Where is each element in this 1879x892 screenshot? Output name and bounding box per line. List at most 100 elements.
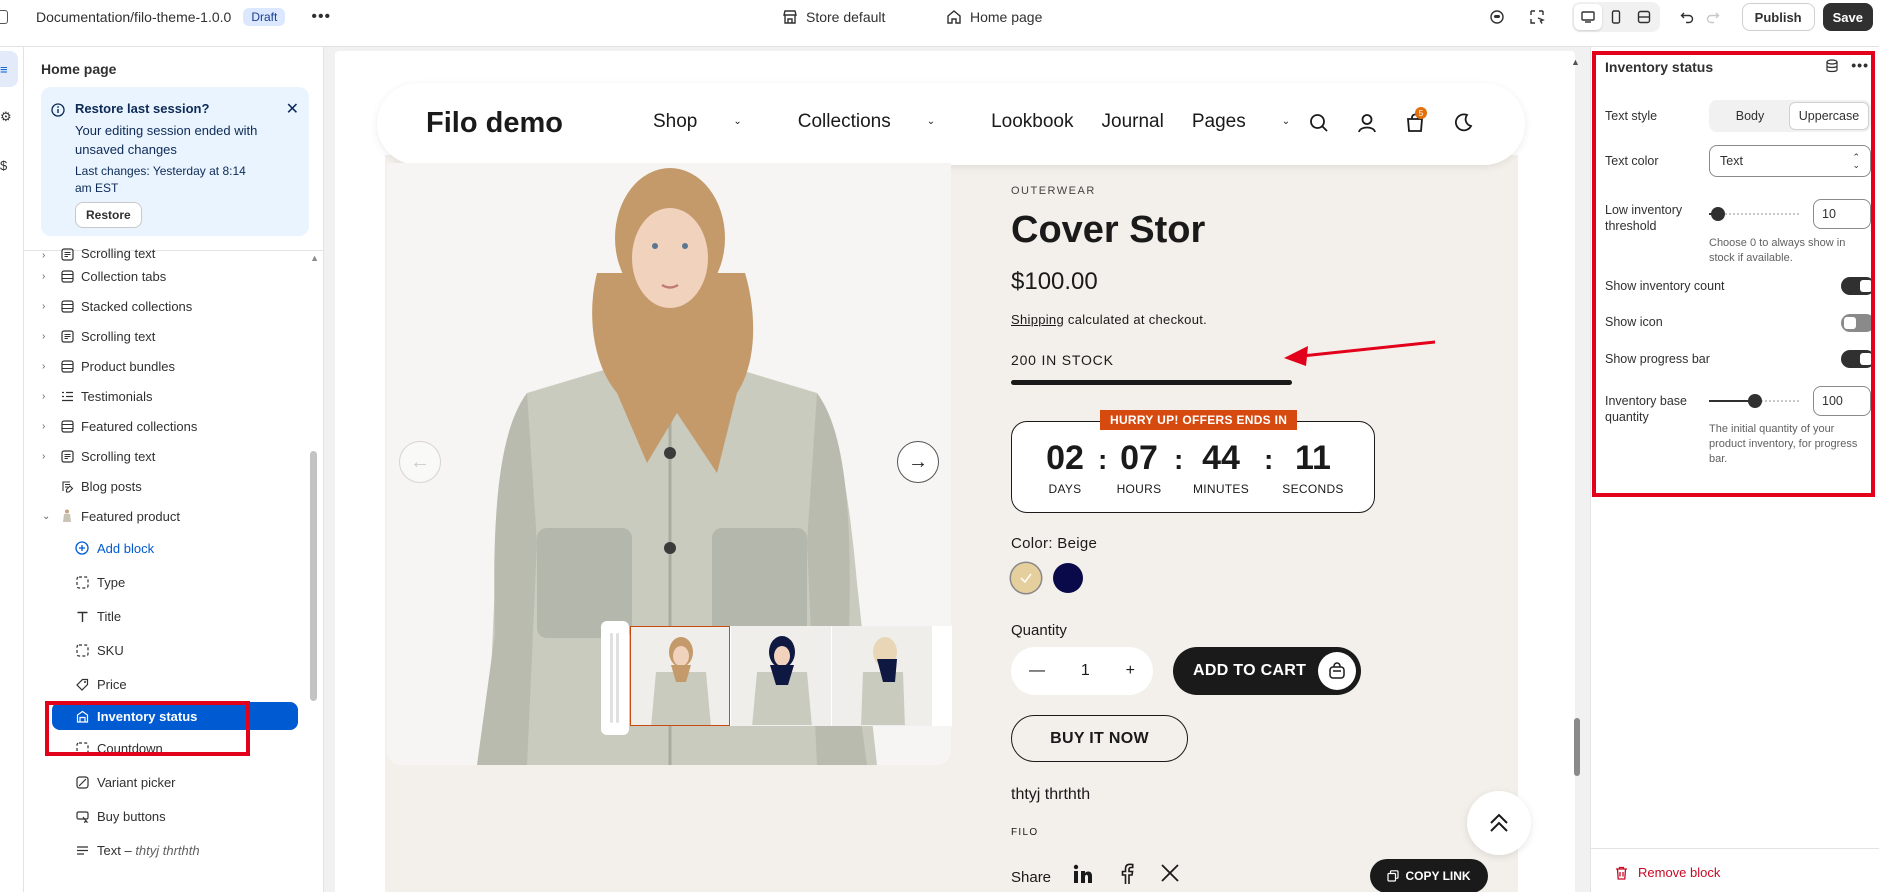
section-item[interactable]: › Scrolling text bbox=[24, 321, 314, 351]
linkedin-icon[interactable] bbox=[1072, 863, 1094, 885]
page-selector[interactable]: Home page bbox=[946, 0, 1042, 34]
left-rail: ≡ ⚙ $ bbox=[0, 47, 24, 892]
section-item[interactable]: › Scrolling text bbox=[24, 441, 314, 471]
section-label: Featured product bbox=[81, 508, 181, 524]
chevron-right-icon[interactable]: › bbox=[42, 451, 45, 462]
nav-lookbook[interactable]: Lookbook bbox=[991, 111, 1073, 133]
color-swatch-beige[interactable] bbox=[1011, 563, 1041, 593]
exit-icon[interactable] bbox=[0, 10, 8, 24]
save-button[interactable]: Save bbox=[1822, 3, 1873, 31]
price-tag-icon bbox=[75, 677, 89, 691]
restore-button[interactable]: Restore bbox=[75, 202, 142, 228]
add-block-button[interactable]: Add block bbox=[24, 531, 314, 565]
scroll-up-icon[interactable]: ▲ bbox=[1571, 57, 1580, 67]
fullscreen-icon[interactable] bbox=[1630, 4, 1658, 30]
publish-button[interactable]: Publish bbox=[1741, 3, 1815, 31]
next-image-icon[interactable]: → bbox=[897, 441, 939, 483]
quantity-value[interactable]: 1 bbox=[1081, 662, 1090, 680]
sidebar-scrollbar[interactable] bbox=[310, 451, 317, 701]
add-to-cart-button[interactable]: ADD TO CART bbox=[1173, 647, 1361, 695]
store-selector[interactable]: Store default bbox=[782, 0, 885, 34]
cart-icon[interactable]: 5 bbox=[1405, 107, 1427, 138]
scroll-up-icon[interactable]: ▲ bbox=[310, 253, 319, 263]
block-item[interactable]: Price bbox=[24, 667, 314, 701]
nav-collections[interactable]: Collections ⌄ bbox=[798, 111, 963, 133]
chevron-right-icon[interactable]: › bbox=[42, 271, 45, 282]
section-label: Blog posts bbox=[81, 478, 142, 494]
nav-pages[interactable]: Pages ⌄ bbox=[1192, 111, 1318, 133]
store-logo[interactable]: Filo demo bbox=[426, 107, 563, 140]
countdown-badge: HURRY UP! OFFERS ENDS IN bbox=[1100, 410, 1298, 430]
block-item[interactable]: Type bbox=[24, 565, 314, 599]
copy-link-button[interactable]: COPY LINK bbox=[1370, 859, 1488, 892]
x-twitter-icon[interactable] bbox=[1160, 863, 1180, 883]
color-swatch-navy[interactable] bbox=[1053, 563, 1083, 593]
plus-circle-icon bbox=[75, 541, 89, 555]
countdown-separator: : bbox=[1174, 444, 1184, 475]
shipping-link[interactable]: Shipping bbox=[1011, 312, 1064, 327]
close-icon[interactable]: ✕ bbox=[286, 99, 299, 119]
app-embeds-icon[interactable]: $ bbox=[0, 147, 18, 183]
chevron-down-icon[interactable]: ⌄ bbox=[42, 511, 50, 522]
nav-journal[interactable]: Journal bbox=[1102, 111, 1164, 133]
top-bar: Documentation/filo-theme-1.0.0 Draft •••… bbox=[0, 0, 1879, 47]
panel-footer: Remove block bbox=[1591, 848, 1879, 892]
remove-block-button[interactable]: Remove block bbox=[1615, 865, 1720, 880]
section-label: Testimonials bbox=[81, 388, 153, 404]
chevron-right-icon[interactable]: › bbox=[42, 421, 45, 432]
buy-it-now-button[interactable]: BUY IT NOW bbox=[1011, 715, 1188, 762]
double-chevron-up-icon bbox=[1490, 813, 1508, 832]
section-item[interactable]: › Collection tabs bbox=[24, 261, 314, 291]
text-section-icon bbox=[60, 247, 74, 261]
back-to-top-button[interactable] bbox=[1467, 791, 1531, 855]
facebook-icon[interactable] bbox=[1116, 863, 1138, 885]
previous-image-icon[interactable]: ← bbox=[399, 441, 441, 483]
thumbnail[interactable] bbox=[832, 626, 932, 726]
chevron-right-icon[interactable]: › bbox=[42, 331, 45, 342]
block-item[interactable]: Variant picker bbox=[24, 765, 314, 799]
preview-scrollbar[interactable] bbox=[1574, 718, 1580, 776]
block-text-sub: thtyj thrthth bbox=[135, 842, 200, 858]
block-item[interactable]: Title bbox=[24, 599, 314, 633]
account-icon[interactable] bbox=[1357, 113, 1377, 133]
section-item[interactable]: › Scrolling text bbox=[24, 243, 314, 261]
block-item[interactable]: Text – thtyj thrthth bbox=[24, 833, 314, 867]
section-item[interactable]: › Testimonials bbox=[24, 381, 314, 411]
inspector-icon[interactable] bbox=[1524, 4, 1550, 30]
mobile-icon[interactable] bbox=[1602, 4, 1630, 30]
chevron-down-icon: ⌄ bbox=[733, 116, 742, 127]
sections-icon[interactable]: ≡ bbox=[0, 51, 18, 87]
section-item[interactable]: › Stacked collections bbox=[24, 291, 314, 321]
block-label: Buy buttons bbox=[97, 808, 166, 824]
redo-icon[interactable] bbox=[1700, 4, 1726, 30]
dark-mode-icon[interactable] bbox=[1453, 113, 1473, 133]
theme-settings-icon[interactable]: ⚙ bbox=[0, 99, 18, 135]
thumbnail-strip bbox=[630, 626, 952, 726]
chevron-right-icon[interactable]: › bbox=[42, 301, 45, 312]
block-item[interactable]: SKU bbox=[24, 633, 314, 667]
section-item[interactable]: › Featured collections bbox=[24, 411, 314, 441]
minus-icon[interactable]: — bbox=[1029, 662, 1045, 680]
theme-ai-icon[interactable] bbox=[1484, 4, 1510, 30]
more-options-icon[interactable]: ••• bbox=[311, 8, 331, 26]
section-item[interactable]: Blog posts bbox=[24, 471, 314, 501]
section-tree: › Scrolling text › Collection tabs › Sta… bbox=[24, 243, 314, 867]
chevron-right-icon[interactable]: › bbox=[42, 250, 45, 261]
thumbnail[interactable] bbox=[731, 626, 831, 726]
countdown-days: 02 DAYS bbox=[1046, 439, 1084, 496]
search-icon[interactable] bbox=[1309, 113, 1329, 133]
chevron-right-icon[interactable]: › bbox=[42, 391, 45, 402]
section-item-expanded[interactable]: ⌄ Featured product bbox=[24, 501, 314, 531]
desktop-icon[interactable] bbox=[1573, 4, 1602, 30]
inventory-status-text: 200 IN STOCK bbox=[1011, 352, 1114, 368]
chevron-right-icon[interactable]: › bbox=[42, 361, 45, 372]
block-label: Price bbox=[97, 676, 127, 692]
plus-icon[interactable]: + bbox=[1126, 662, 1135, 680]
block-item[interactable]: Buy buttons bbox=[24, 799, 314, 833]
section-item[interactable]: › Product bundles bbox=[24, 351, 314, 381]
thumbnail[interactable] bbox=[630, 626, 730, 726]
thumbnail-drag-handle[interactable] bbox=[601, 621, 629, 735]
cart-count-badge: 5 bbox=[1415, 107, 1427, 119]
nav-shop[interactable]: Shop ⌄ bbox=[653, 111, 770, 133]
undo-icon[interactable] bbox=[1674, 4, 1700, 30]
